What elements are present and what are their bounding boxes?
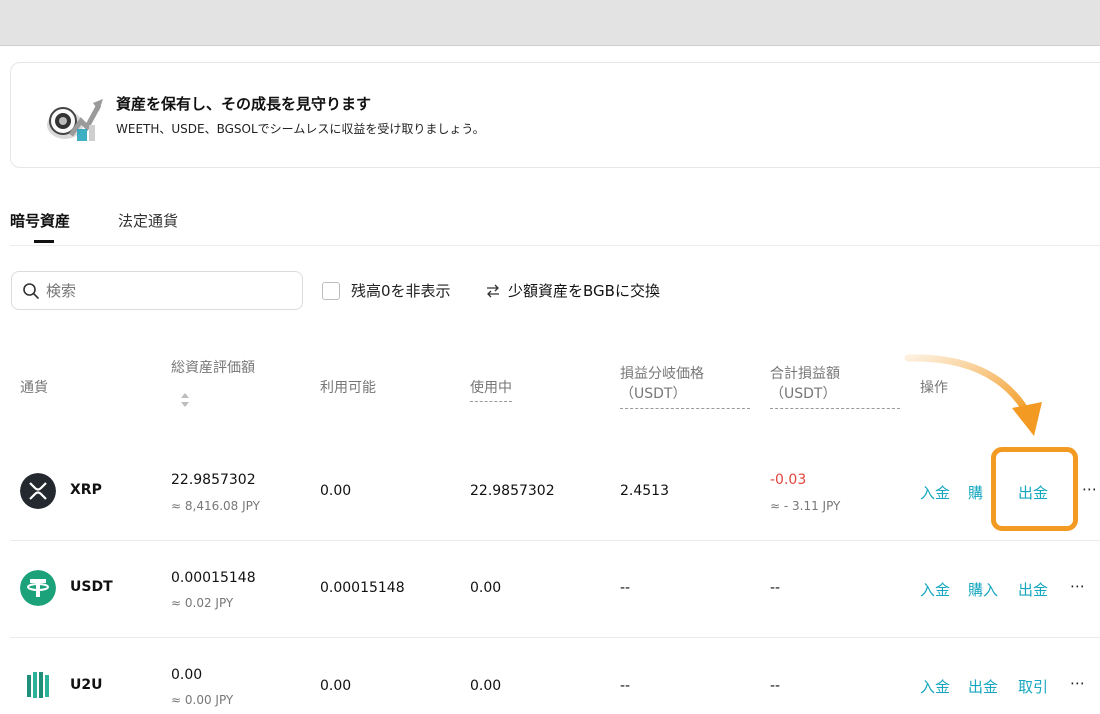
- more-options-button[interactable]: ⋯: [1070, 577, 1086, 595]
- col-header-available: 利用可能: [320, 380, 376, 396]
- row-pnl-jpy: ≈ - 3.11 JPY: [770, 499, 841, 513]
- row-breakeven: --: [620, 580, 631, 596]
- convert-small-assets-link[interactable]: 少額資産をBGBに交換: [486, 280, 660, 301]
- usdt-logo-icon: [20, 570, 56, 606]
- window-top-bar: [0, 0, 1100, 46]
- col-header-total-valuation[interactable]: 総資産評価額: [171, 358, 255, 378]
- col-header-total-pnl-line2: （USDT）: [770, 386, 837, 403]
- col-header-breakeven-line2: （USDT）: [620, 386, 687, 403]
- row-pnl: --: [770, 678, 781, 694]
- search-input[interactable]: [46, 281, 286, 300]
- row-available: 0.00: [320, 483, 352, 499]
- row-pnl: --: [770, 580, 781, 596]
- deposit-button[interactable]: 入金: [920, 482, 950, 503]
- row-divider: [10, 540, 1100, 541]
- deposit-button[interactable]: 入金: [920, 676, 950, 697]
- banner-title: 資産を保有し、その成長を見守ります: [116, 95, 372, 113]
- hide-zero-checkbox[interactable]: [322, 281, 340, 300]
- assets-page: 資産を保有し、その成長を見守ります WEETH、USDE、BGSOLでシームレス…: [0, 46, 1100, 714]
- row-in-use: 0.00: [470, 580, 502, 596]
- col-header-breakeven-line1: 損益分岐価格: [620, 366, 704, 382]
- deposit-button[interactable]: 入金: [920, 579, 950, 600]
- trade-button[interactable]: 取引: [1018, 676, 1048, 697]
- row-total: 0.00015148: [171, 570, 256, 586]
- more-options-button[interactable]: ⋯: [1070, 674, 1086, 692]
- row-symbol: U2U: [70, 677, 103, 693]
- banner-subtitle: WEETH、USDE、BGSOLでシームレスに収益を受け取りましょう。: [116, 122, 485, 136]
- row-in-use: 22.9857302: [470, 483, 555, 499]
- sort-icon[interactable]: [180, 391, 190, 409]
- row-symbol: USDT: [70, 579, 113, 595]
- row-breakeven: 2.4513: [620, 483, 669, 499]
- row-in-use: 0.00: [470, 678, 502, 694]
- tab-crypto[interactable]: 暗号資産: [10, 210, 70, 231]
- row-available: 0.00: [320, 678, 352, 694]
- withdraw-button[interactable]: 出金: [968, 676, 998, 697]
- col-header-currency: 通貨: [20, 380, 48, 396]
- row-total-jpy: ≈ 0.02 JPY: [171, 596, 234, 610]
- growth-illustration-icon: [47, 99, 103, 141]
- row-total: 22.9857302: [171, 472, 256, 488]
- row-symbol: XRP: [70, 482, 102, 498]
- search-icon: [23, 282, 39, 299]
- buy-button[interactable]: 購: [968, 482, 983, 503]
- col-header-in-use[interactable]: 使用中: [470, 378, 512, 403]
- withdraw-button[interactable]: 出金: [1018, 579, 1048, 600]
- row-total-jpy: ≈ 8,416.08 JPY: [171, 499, 260, 513]
- hide-zero-balance-toggle[interactable]: 残高0を非表示: [322, 280, 451, 301]
- col-header-total-pnl[interactable]: 合計損益額 （USDT）: [770, 364, 900, 409]
- row-pnl: -0.03: [770, 472, 807, 488]
- row-total: 0.00: [171, 667, 203, 683]
- buy-button[interactable]: 購入: [968, 579, 998, 600]
- curved-arrow-icon: [904, 354, 1042, 436]
- withdraw-highlight-box: [991, 447, 1078, 531]
- xrp-logo-icon: [20, 473, 56, 509]
- hide-zero-label: 残高0を非表示: [351, 282, 451, 300]
- col-header-breakeven[interactable]: 損益分岐価格 （USDT）: [620, 364, 750, 409]
- more-options-button[interactable]: ⋯: [1082, 480, 1098, 498]
- convert-small-assets-label: 少額資産をBGBに交換: [508, 282, 660, 300]
- active-tab-indicator: [34, 240, 54, 243]
- row-breakeven: --: [620, 678, 631, 694]
- search-box[interactable]: [11, 271, 303, 310]
- swap-arrows-icon: [487, 284, 499, 297]
- tab-fiat[interactable]: 法定通貨: [118, 210, 178, 231]
- col-header-total-pnl-line1: 合計損益額: [770, 366, 840, 382]
- row-divider: [10, 637, 1100, 638]
- promo-banner[interactable]: 資産を保有し、その成長を見守ります WEETH、USDE、BGSOLでシームレス…: [10, 62, 1100, 168]
- u2u-logo-icon: [27, 672, 49, 698]
- tabs-divider: [10, 245, 1100, 246]
- row-total-jpy: ≈ 0.00 JPY: [171, 693, 234, 707]
- row-available: 0.00015148: [320, 580, 405, 596]
